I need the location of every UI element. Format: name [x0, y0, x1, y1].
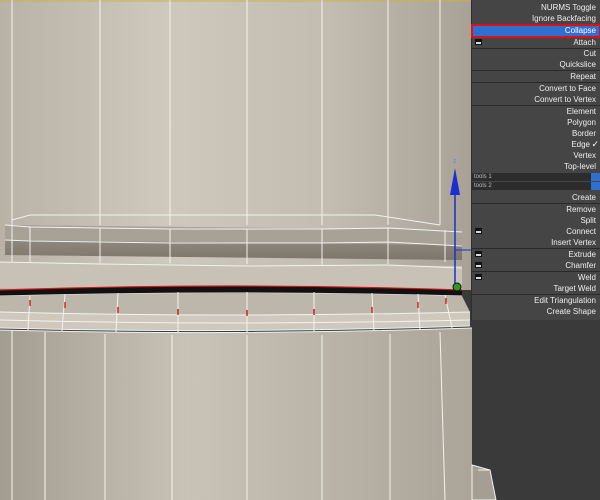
menu-item-quickslice[interactable]: Quickslice — [472, 59, 600, 70]
menu-item-nurms-toggle[interactable]: NURMS Toggle — [472, 2, 600, 13]
menu-item-remove[interactable]: Remove — [472, 204, 600, 215]
menu-item-connect[interactable]: Connect — [472, 226, 600, 237]
settings-box-icon[interactable] — [475, 274, 482, 280]
settings-box-icon[interactable] — [475, 228, 482, 234]
settings-box-icon[interactable] — [475, 251, 482, 257]
menu-item-chamfer[interactable]: Chamfer — [472, 260, 600, 271]
menu-item-create[interactable]: Create — [472, 192, 600, 203]
base-ledge-mesh[interactable] — [0, 292, 471, 333]
menu-item-cut[interactable]: Cut — [472, 48, 600, 59]
menu-item-top-level[interactable]: Top-level — [472, 161, 600, 172]
lower-column-mesh[interactable] — [0, 327, 497, 500]
menu-item-create-shape[interactable]: Create Shape — [472, 306, 600, 317]
quad-header-tools-2[interactable]: tools 2 — [472, 182, 600, 190]
menu-item-edge[interactable]: Edge ✓ — [472, 139, 600, 150]
menu-item-edit-triangulation[interactable]: Edit Triangulation — [472, 295, 600, 306]
settings-box-icon[interactable] — [475, 39, 482, 45]
menu-item-repeat[interactable]: Repeat — [472, 71, 600, 82]
menu-item-polygon[interactable]: Polygon — [472, 117, 600, 128]
menu-item-vertex[interactable]: Vertex — [472, 150, 600, 161]
menu-item-ignore-backfacing[interactable]: Ignore Backfacing — [472, 13, 600, 24]
menu-item-target-weld[interactable]: Target Weld — [472, 283, 600, 294]
quad-header-accent — [591, 173, 600, 181]
quad-header-tools-1[interactable]: tools 1 — [472, 173, 600, 181]
menu-item-split[interactable]: Split — [472, 215, 600, 226]
menu-item-convert-to-vertex[interactable]: Convert to Vertex — [472, 94, 600, 105]
checkmark-icon: ✓ — [591, 139, 599, 149]
upper-column-mesh[interactable] — [0, 0, 472, 290]
menu-item-attach[interactable]: Attach — [472, 37, 600, 48]
quad-menu: NURMS Toggle Ignore Backfacing Collapse … — [471, 0, 600, 320]
z-axis-label: z — [453, 158, 457, 165]
menu-item-weld[interactable]: Weld — [472, 272, 600, 283]
menu-item-insert-vertex[interactable]: Insert Vertex — [472, 237, 600, 248]
gizmo-center-icon[interactable] — [452, 282, 462, 292]
menu-item-collapse[interactable]: Collapse — [471, 24, 600, 38]
settings-box-icon[interactable] — [475, 262, 482, 268]
menu-item-element[interactable]: Element — [472, 106, 600, 117]
menu-item-border[interactable]: Border — [472, 128, 600, 139]
menu-item-extrude[interactable]: Extrude — [472, 249, 600, 260]
quad-header-accent — [591, 182, 600, 190]
menu-item-convert-to-face[interactable]: Convert to Face — [472, 83, 600, 94]
